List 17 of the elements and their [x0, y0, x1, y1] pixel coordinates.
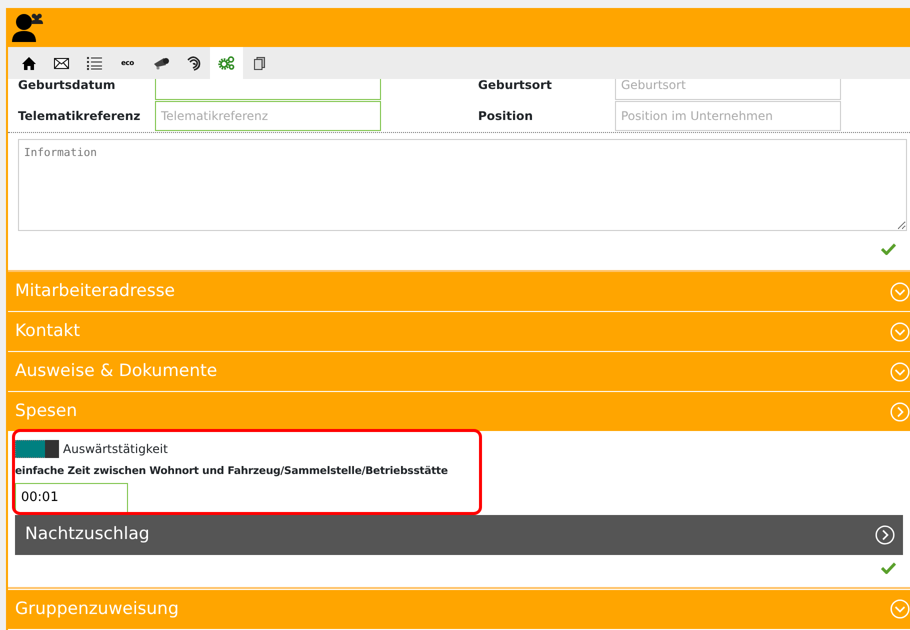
section-header[interactable]: Mitarbeiteradresse	[8, 272, 910, 311]
field-label: Geburtsort	[478, 79, 553, 94]
section-header[interactable]: Kontakt	[8, 312, 910, 351]
text-field[interactable]: Position im Unternehmen	[615, 101, 841, 131]
text-field[interactable]: Geburtsort	[615, 79, 841, 100]
text-field[interactable]: Telematikreferenz	[155, 101, 381, 131]
field-label: Telematikreferenz	[18, 108, 142, 125]
field-label: Geburtsdatum	[18, 79, 116, 94]
section-header[interactable]: Ausweise & Dokumente	[8, 352, 910, 391]
section-header[interactable]: Spesen	[8, 392, 910, 431]
time-field[interactable]: 00:01	[15, 482, 128, 513]
section-header[interactable]: Gruppenzuweisung	[8, 590, 910, 629]
field-label: Position	[478, 108, 534, 125]
information-field[interactable]: Information	[18, 139, 907, 231]
subsection-header[interactable]: Nachtzuschlag	[15, 514, 903, 555]
toggle-label: Auswärtstätigkeit	[63, 441, 168, 458]
field-label: einfache Zeit zwischen Wohnort und Fahrzeug/Sammelstelle/Betriebsstätte	[15, 464, 449, 479]
